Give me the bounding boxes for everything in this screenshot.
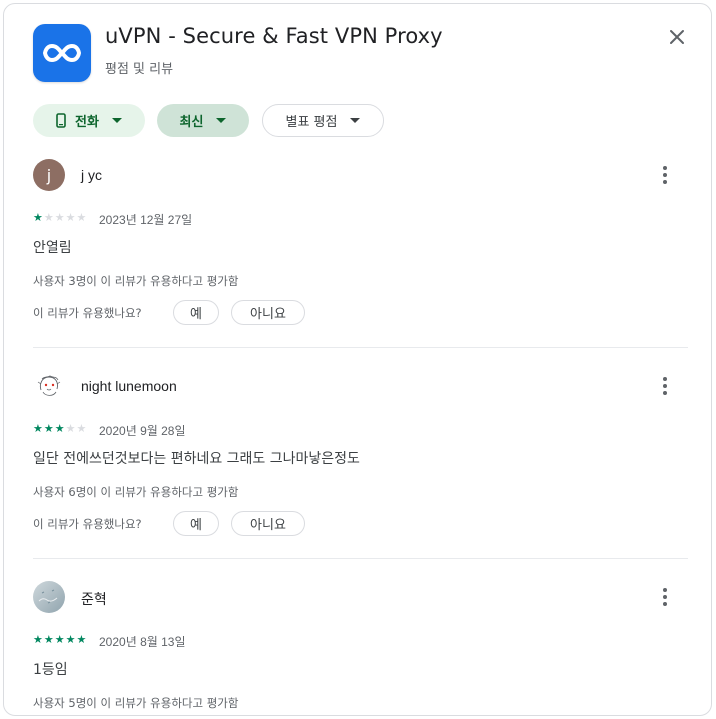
helpful-question: 이 리뷰가 유용했나요? (33, 306, 142, 320)
phone-icon (56, 113, 66, 128)
avatar (33, 581, 65, 613)
review-item: 준혁 ★ ★ ★ ★ ★ 2020년 8월 13일 1등임 사용자 5명이 이 리뷰가 … (33, 581, 689, 715)
rating-filter-label: 별표 평점 (285, 115, 338, 130)
helpful-yes-button[interactable]: 예 (173, 511, 219, 536)
close-icon (670, 30, 684, 44)
helpful-question: 이 리뷰가 유용했나요? (33, 517, 142, 531)
review-date: 2020년 8월 13일 (99, 635, 186, 649)
helpful-no-button[interactable]: 아니요 (231, 300, 305, 325)
star-rating: ★ ★ ★ ★ ★ (33, 423, 86, 435)
chevron-down-icon (216, 118, 227, 123)
review-text: 일단 전에쓰던것보다는 편하네요 그래도 그나마낳은정도 (33, 451, 360, 467)
review-date: 2023년 12월 27일 (99, 213, 193, 227)
star-empty-icon: ★ (65, 211, 76, 224)
divider (33, 558, 688, 559)
photo-avatar-icon (38, 589, 58, 604)
avatar-letter: j (46, 165, 52, 185)
star-filled-icon: ★ (65, 633, 76, 646)
helpful-count: 사용자 5명이 이 리뷰가 유용하다고 평가함 (33, 696, 239, 710)
review-item: night lunemoon ★ ★ ★ ★ ★ 2020년 9월 28일 일단 전에쓰… (33, 370, 689, 550)
infinity-icon (43, 44, 81, 62)
star-empty-icon: ★ (54, 211, 65, 224)
star-filled-icon: ★ (33, 633, 43, 646)
star-filled-icon: ★ (33, 422, 43, 435)
star-filled-icon: ★ (43, 633, 54, 646)
star-filled-icon: ★ (54, 633, 65, 646)
review-date: 2020년 9월 28일 (99, 424, 186, 438)
star-empty-icon: ★ (43, 211, 54, 224)
page-subtitle: 평점 및 리뷰 (105, 62, 174, 77)
sketch-avatar-icon (37, 375, 61, 396)
more-options-button[interactable] (653, 585, 677, 609)
helpful-count: 사용자 6명이 이 리뷰가 유용하다고 평가함 (33, 485, 239, 499)
ratings-dialog: uVPN - Secure & Fast VPN Proxy 평점 및 리뷰 전… (3, 3, 712, 716)
star-empty-icon: ★ (65, 422, 76, 435)
review-author: 준혁 (81, 591, 107, 607)
more-options-button[interactable] (653, 374, 677, 398)
app-icon (33, 24, 91, 82)
review-item: j j yc ★ ★ ★ ★ ★ 2023년 12월 27일 안열림 사용자 3명이 이… (33, 159, 689, 339)
helpful-count: 사용자 3명이 이 리뷰가 유용하다고 평가함 (33, 274, 239, 288)
rating-filter-chip[interactable]: 별표 평점 (262, 104, 384, 137)
device-filter-label: 전화 (75, 115, 99, 130)
star-filled-icon: ★ (43, 422, 54, 435)
avatar (33, 370, 65, 402)
helpful-yes-button[interactable]: 예 (173, 300, 219, 325)
close-button[interactable] (662, 22, 692, 52)
helpful-no-button[interactable]: 아니요 (231, 511, 305, 536)
star-rating: ★ ★ ★ ★ ★ (33, 212, 86, 224)
star-filled-icon: ★ (54, 422, 65, 435)
star-filled-icon: ★ (76, 633, 87, 646)
review-text: 1등임 (33, 662, 68, 678)
avatar: j (33, 159, 65, 191)
review-author: night lunemoon (81, 378, 177, 394)
sort-filter-label: 최신 (179, 115, 204, 130)
device-filter-chip[interactable]: 전화 (33, 104, 145, 137)
star-empty-icon: ★ (76, 211, 87, 224)
review-text: 안열림 (33, 240, 72, 256)
star-empty-icon: ★ (76, 422, 87, 435)
star-rating: ★ ★ ★ ★ ★ (33, 634, 86, 646)
chevron-down-icon (111, 118, 122, 123)
app-title: uVPN - Secure & Fast VPN Proxy (105, 24, 443, 48)
star-filled-icon: ★ (33, 211, 43, 224)
chevron-down-icon (350, 118, 361, 123)
more-options-button[interactable] (653, 163, 677, 187)
sort-filter-chip[interactable]: 최신 (157, 104, 249, 137)
divider (33, 347, 688, 348)
review-author: j yc (81, 167, 102, 183)
